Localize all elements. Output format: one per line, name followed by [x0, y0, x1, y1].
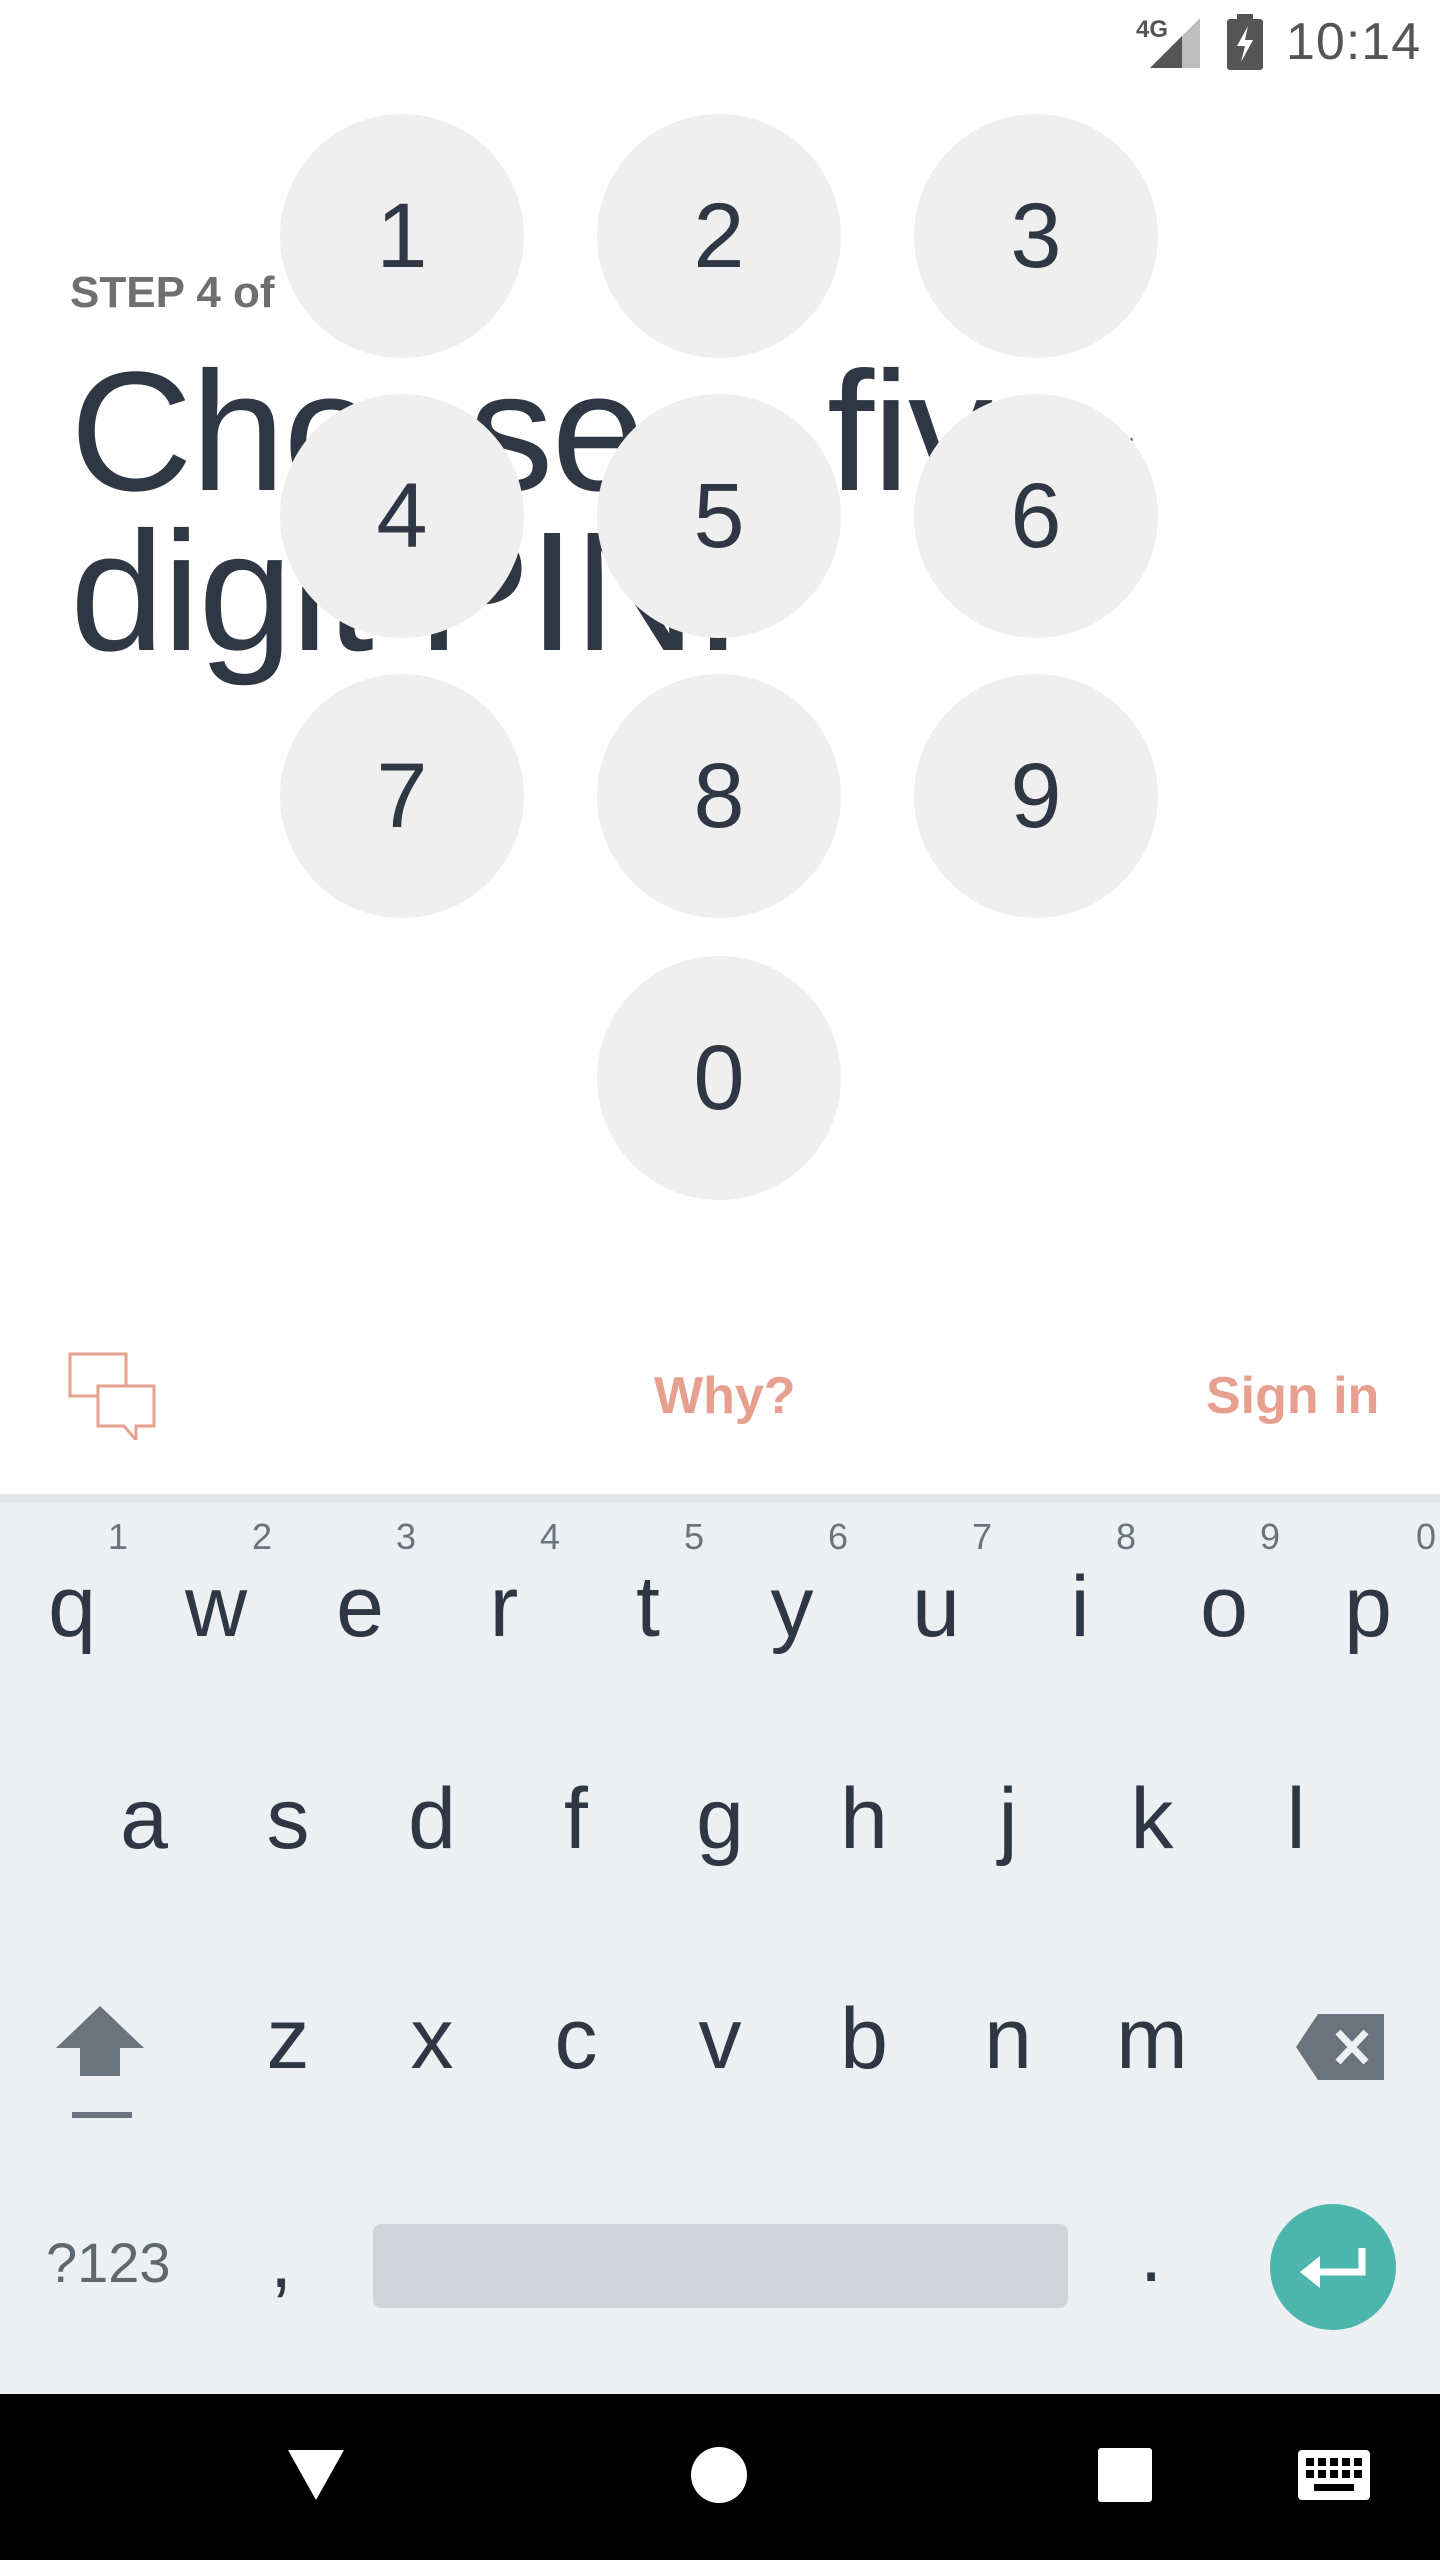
key-char: a [120, 1771, 168, 1867]
key-char: s [266, 1771, 310, 1867]
key-hint: 8 [1115, 1516, 1136, 1557]
key-v[interactable]: v [648, 1940, 792, 2140]
symbols-key[interactable]: ?123 [46, 2230, 171, 2295]
keypad-key-6[interactable]: 6 [914, 394, 1158, 638]
key-u[interactable]: 7u [864, 1508, 1008, 1708]
backspace-icon[interactable] [1296, 2012, 1386, 2082]
comma-key[interactable]: , [270, 2214, 292, 2306]
keypad-key-9[interactable]: 9 [914, 674, 1158, 918]
home-icon[interactable] [690, 2446, 748, 2504]
key-char: l [1286, 1771, 1306, 1867]
keypad-key-0[interactable]: 0 [597, 956, 841, 1200]
key-char: k [1130, 1771, 1174, 1867]
key-hint: 5 [683, 1516, 704, 1557]
key-h[interactable]: h [792, 1720, 936, 1920]
key-l[interactable]: l [1224, 1720, 1368, 1920]
why-link[interactable]: Why? [654, 1366, 796, 1426]
keypad-key-4[interactable]: 4 [280, 394, 524, 638]
key-t[interactable]: 5t [576, 1508, 720, 1708]
enter-icon [1300, 2248, 1366, 2288]
space-bar[interactable] [373, 2224, 1068, 2308]
key-g[interactable]: g [648, 1720, 792, 1920]
key-r[interactable]: 4r [432, 1508, 576, 1708]
keypad-key-1[interactable]: 1 [280, 114, 524, 358]
key-char: p [1344, 1559, 1392, 1655]
key-char: d [408, 1771, 456, 1867]
key-char: z [266, 1991, 310, 2087]
enter-button[interactable] [1270, 2204, 1396, 2330]
period-key[interactable]: . [1140, 2208, 1162, 2300]
keypad-key-3[interactable]: 3 [914, 114, 1158, 358]
key-e[interactable]: 3e [288, 1508, 432, 1708]
key-z[interactable]: z [216, 1940, 360, 2140]
key-char: j [998, 1771, 1018, 1867]
key-char: n [984, 1991, 1032, 2087]
key-char: u [912, 1559, 960, 1655]
keypad-key-2[interactable]: 2 [597, 114, 841, 358]
key-hint: 2 [251, 1516, 272, 1557]
key-char: f [564, 1771, 588, 1867]
key-f[interactable]: f [504, 1720, 648, 1920]
key-char: b [840, 1991, 888, 2087]
key-p[interactable]: 0p [1296, 1508, 1440, 1708]
key-n[interactable]: n [936, 1940, 1080, 2140]
key-char: x [410, 1991, 454, 2087]
key-hint: 9 [1259, 1516, 1280, 1557]
key-o[interactable]: 9o [1152, 1508, 1296, 1708]
key-hint: 7 [971, 1516, 992, 1557]
key-w[interactable]: 2w [144, 1508, 288, 1708]
key-char: o [1200, 1559, 1248, 1655]
navigation-bar [0, 2394, 1440, 2560]
key-x[interactable]: x [360, 1940, 504, 2140]
shift-icon[interactable] [40, 1996, 160, 2136]
keypad-key-5[interactable]: 5 [597, 394, 841, 638]
sign-in-link[interactable]: Sign in [1206, 1366, 1379, 1426]
key-char: h [840, 1771, 888, 1867]
back-icon[interactable] [286, 2444, 346, 2504]
key-char: t [636, 1559, 660, 1655]
battery-charging-icon [1227, 14, 1263, 70]
key-s[interactable]: s [216, 1720, 360, 1920]
key-hint: 0 [1415, 1516, 1436, 1557]
chat-bubbles-icon[interactable] [68, 1350, 158, 1440]
key-hint: 6 [827, 1516, 848, 1557]
key-q[interactable]: 1q [0, 1508, 144, 1708]
key-d[interactable]: d [360, 1720, 504, 1920]
key-char: v [698, 1991, 742, 2087]
recents-icon[interactable] [1098, 2448, 1152, 2502]
key-hint: 1 [107, 1516, 128, 1557]
key-char: c [554, 1991, 598, 2087]
key-char: r [489, 1559, 519, 1655]
key-char: e [336, 1559, 384, 1655]
status-bar: 4G 10:14 [0, 0, 1440, 84]
key-m[interactable]: m [1080, 1940, 1224, 2140]
keypad-key-8[interactable]: 8 [597, 674, 841, 918]
key-char: g [696, 1771, 744, 1867]
key-c[interactable]: c [504, 1940, 648, 2140]
key-char: q [48, 1559, 96, 1655]
key-hint: 3 [395, 1516, 416, 1557]
key-hint: 4 [539, 1516, 560, 1557]
key-k[interactable]: k [1080, 1720, 1224, 1920]
key-y[interactable]: 6y [720, 1508, 864, 1708]
step-indicator: STEP 4 of [70, 268, 275, 317]
key-char: w [184, 1559, 248, 1655]
keyboard-icon[interactable] [1298, 2450, 1370, 2500]
key-a[interactable]: a [72, 1720, 216, 1920]
key-char: y [770, 1559, 814, 1655]
key-char: i [1070, 1559, 1090, 1655]
keypad-key-7[interactable]: 7 [280, 674, 524, 918]
key-j[interactable]: j [936, 1720, 1080, 1920]
key-i[interactable]: 8i [1008, 1508, 1152, 1708]
key-char: m [1116, 1991, 1188, 2087]
signal-icon [1150, 18, 1200, 68]
key-b[interactable]: b [792, 1940, 936, 2140]
clock: 10:14 [1286, 13, 1422, 71]
